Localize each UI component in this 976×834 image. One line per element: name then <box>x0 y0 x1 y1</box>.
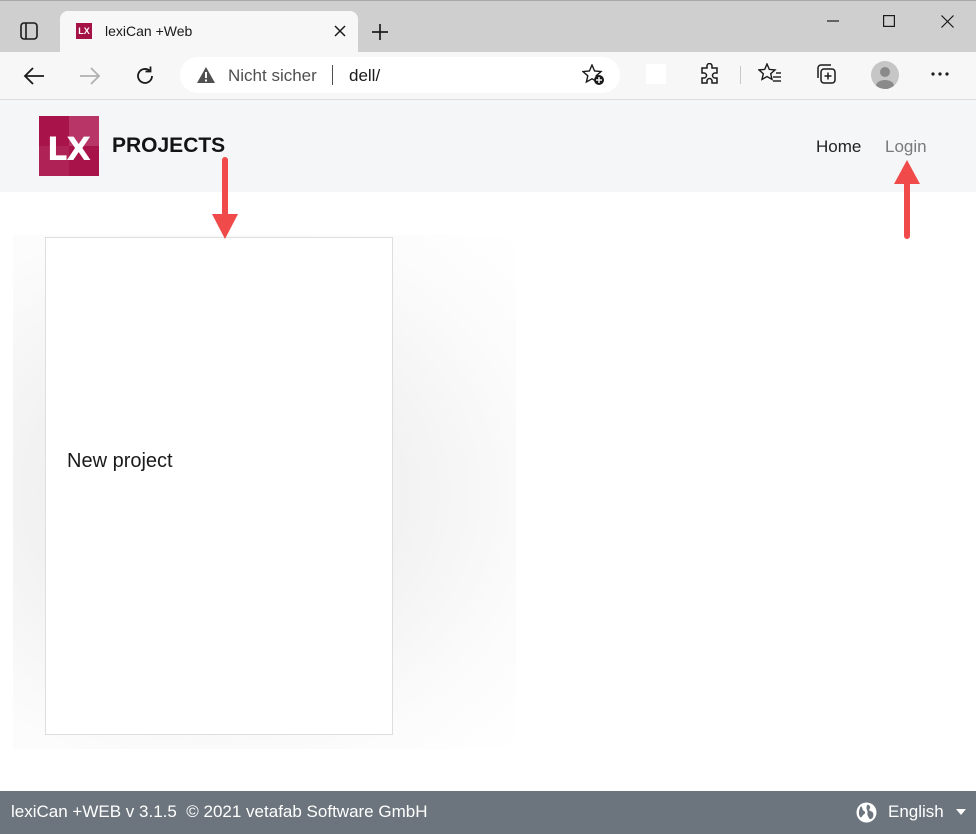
arrow-right-icon <box>80 67 101 85</box>
user-icon <box>876 67 894 89</box>
site-footer: lexiCan +WEB v 3.1.5 © 2021 vetafab Soft… <box>0 791 976 834</box>
browser-window: LX lexiCan +Web Nicht sicher dell/ LX PR… <box>0 0 976 834</box>
favicon-icon: LX <box>76 23 92 39</box>
address-bar[interactable]: Nicht sicher dell/ <box>180 57 620 93</box>
minimize-icon <box>827 20 839 22</box>
collections-button[interactable] <box>810 58 842 90</box>
close-icon <box>940 14 954 28</box>
globe-icon <box>856 802 877 822</box>
tab-actions-icon <box>20 22 38 40</box>
extension-placeholder-icon[interactable] <box>646 64 666 84</box>
favorites-list-icon <box>758 63 781 82</box>
new-tab-button[interactable] <box>366 18 394 46</box>
puzzle-icon <box>701 63 718 84</box>
nav-home-link[interactable]: Home <box>816 137 861 157</box>
minimize-button[interactable] <box>810 7 856 35</box>
warning-icon <box>197 67 215 83</box>
back-button[interactable] <box>18 60 50 92</box>
page-content: LX PROJECTS Home Login New project lexiC… <box>0 100 976 834</box>
new-project-label: New project <box>67 450 173 472</box>
footer-copyright: lexiCan +WEB v 3.1.5 © 2021 vetafab Soft… <box>11 802 428 821</box>
reload-button[interactable] <box>129 60 161 92</box>
language-label: English <box>888 802 944 821</box>
annotation-arrow-down-icon <box>212 157 238 239</box>
arrow-left-icon <box>23 67 44 85</box>
logo-text: LX <box>47 130 91 168</box>
close-icon <box>334 25 346 37</box>
annotation-arrow-up-icon <box>894 160 920 239</box>
refresh-icon <box>137 66 153 84</box>
toolbar-divider <box>740 66 741 84</box>
settings-menu-button[interactable] <box>924 58 956 90</box>
new-project-card[interactable]: New project <box>45 237 393 735</box>
tab-strip: LX lexiCan +Web <box>0 0 976 53</box>
language-selector[interactable]: English <box>856 801 966 823</box>
forward-button[interactable] <box>74 60 106 92</box>
security-status-label[interactable]: Nicht sicher <box>228 66 317 86</box>
more-horizontal-icon <box>931 72 949 76</box>
tab-actions-button[interactable] <box>14 16 44 46</box>
address-separator <box>332 65 333 85</box>
favorites-button[interactable] <box>754 58 786 90</box>
caret-down-icon <box>955 809 966 815</box>
extensions-button[interactable] <box>694 58 726 90</box>
maximize-button[interactable] <box>866 7 912 35</box>
browser-tab-active[interactable]: LX lexiCan +Web <box>60 11 358 53</box>
add-favorite-icon[interactable] <box>582 64 606 86</box>
tab-close-button[interactable] <box>330 21 350 41</box>
tab-title: lexiCan +Web <box>105 23 193 39</box>
brand-logo[interactable]: LX <box>39 116 99 176</box>
profile-avatar[interactable] <box>871 61 899 89</box>
nav-login-link[interactable]: Login <box>885 137 927 157</box>
site-navbar: LX PROJECTS Home Login <box>0 100 976 192</box>
url-text[interactable]: dell/ <box>349 66 380 86</box>
collections-icon <box>817 64 836 84</box>
maximize-icon <box>883 15 895 27</box>
page-title[interactable]: PROJECTS <box>112 134 225 158</box>
window-close-button[interactable] <box>924 7 970 35</box>
plus-icon <box>372 24 388 40</box>
